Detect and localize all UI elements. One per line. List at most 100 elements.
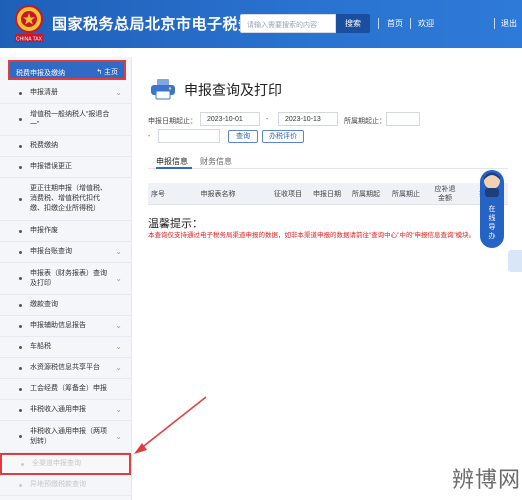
sidebar-item-ledger-query[interactable]: 申报台账查询 ⌄ <box>0 242 131 263</box>
search-button[interactable]: 搜索 <box>336 14 370 33</box>
sidebar: 税费申报及缴纳 ↰ 主页 申报清册 ⌄ 增值税一般纳税人“报退合一” 税费缴纳 申… <box>0 57 132 500</box>
sidebar-home-label: 主页 <box>104 69 118 76</box>
sidebar-item-label: 异地预缴税款查询 <box>30 481 86 488</box>
date-range-label: 申报日期起止： <box>148 118 197 125</box>
bullet-icon <box>19 435 22 438</box>
bullet-icon <box>19 366 22 370</box>
tip-title: 温馨提示： <box>148 218 203 230</box>
date-end-field[interactable]: 2023-10-13 <box>278 112 338 126</box>
sidebar-item-error-correction[interactable]: 申报错误更正 <box>0 157 131 178</box>
sidebar-item-filing-void[interactable]: 申报作废 <box>0 221 131 242</box>
sidebar-item-vehicle-tax[interactable]: 车船税 ⌄ <box>0 337 131 358</box>
results-table-header: 序号 申报表名称 征收项目 申报日期 所属期起 所属期止 应补退金额 操作 <box>148 183 508 205</box>
page-title: 申报查询及打印 <box>184 82 282 98</box>
sidebar-item-label: 全渠道申报查询 <box>32 460 81 467</box>
sidebar-item-tax-payment[interactable]: 税费缴纳 <box>0 136 131 157</box>
column-header: 征收项目 <box>274 190 302 198</box>
site-title: 国家税务总局北京市电子税务局 <box>52 16 242 33</box>
logout-link[interactable]: 退出 <box>501 18 517 29</box>
column-header: 申报表名称 <box>200 190 236 198</box>
sidebar-home-link[interactable]: ↰ 主页 <box>96 67 118 77</box>
bullet-icon <box>19 250 22 254</box>
chevron-down-icon: ⌄ <box>115 88 122 97</box>
period-start-field[interactable] <box>386 112 420 126</box>
chevron-down-icon: ⌄ <box>115 342 122 351</box>
sidebar-item-nontax-filing[interactable]: 非税收入通用申报 ⌄ <box>0 400 131 421</box>
bullet-icon <box>19 144 22 148</box>
sidebar-item-label: 非税收入通用申报（两项划转） <box>30 427 107 445</box>
search-input[interactable]: 请输入需要搜索的内容 <box>240 14 336 33</box>
date-separator: - <box>266 116 269 123</box>
active-tab-indicator <box>156 167 192 169</box>
sidebar-item-label: 车船税 <box>30 343 51 350</box>
column-header: 所属期止 <box>392 190 420 198</box>
bullet-icon <box>19 387 22 391</box>
header-divider <box>494 18 495 29</box>
sidebar-header[interactable]: 税费申报及缴纳 ↰ 主页 <box>8 60 126 80</box>
sidebar-item-past-correction[interactable]: 更正往期申报（增值税、消费税、增值税代扣代缴、扣缴企业所得税） <box>0 178 131 221</box>
sidebar-item-water-tax[interactable]: 水资源税信息共享平台 ⌄ <box>0 358 131 379</box>
chevron-down-icon: ⌄ <box>115 431 122 441</box>
tab-bar: 申报信息 财务信息 <box>148 153 508 169</box>
sidebar-item-label: 缴款查询 <box>30 301 58 308</box>
period-end-field[interactable] <box>158 129 220 143</box>
main-content: 申报查询及打印 申报日期起止： 2023-10-01 - 2023-10-13 … <box>132 57 522 500</box>
date-start-field[interactable]: 2023-10-01 <box>200 112 260 126</box>
sidebar-item-label: 增值税一般纳税人“报退合一” <box>30 110 110 128</box>
sidebar-item-label: 申报辅助信息报告 <box>30 322 86 329</box>
bullet-icon <box>19 324 22 328</box>
sidebar-item-label: 非税收入通用申报 <box>30 406 86 413</box>
sidebar-item-label: 更正往期申报（增值税、消费税、增值税代扣代缴、扣缴企业所得税） <box>30 185 107 212</box>
sidebar-item-remote-prepay-query[interactable]: 异地预缴税款查询 <box>0 475 131 496</box>
column-header: 所属期起 <box>352 190 380 198</box>
bullet-icon <box>19 345 22 349</box>
sidebar-item-filing-list[interactable]: 申报清册 ⌄ <box>0 83 131 104</box>
bullet-icon <box>21 462 24 466</box>
sidebar-item-report-query[interactable]: 申报表（财务报表）查询及打印 ⌄ <box>0 263 131 295</box>
customer-service-icon <box>484 172 500 197</box>
tab-filing-info[interactable]: 申报信息 <box>156 156 188 167</box>
printer-icon <box>151 79 175 100</box>
sidebar-item-aux-info[interactable]: 申报辅助信息报告 ⌄ <box>0 316 131 337</box>
header-divider <box>378 18 379 29</box>
back-arrow-icon: ↰ <box>96 69 104 76</box>
bullet-icon <box>19 91 22 95</box>
bullet-icon <box>19 408 22 412</box>
home-link[interactable]: 首页 <box>387 18 403 29</box>
period-range-label: 所属期起止： <box>344 118 386 125</box>
query-button[interactable]: 查询 <box>228 130 258 143</box>
sidebar-item-union-fee[interactable]: 工会经费（筹备金）申报 <box>0 379 131 400</box>
bullet-icon <box>19 303 22 307</box>
column-header: 应补退金额 <box>434 186 456 202</box>
bullet-icon <box>19 277 22 280</box>
sidebar-item-payment-query[interactable]: 缴款查询 <box>0 295 131 316</box>
bullet-icon <box>19 483 22 487</box>
sidebar-header-label: 税费申报及缴纳 <box>16 70 65 77</box>
sidebar-item-label: 申报作废 <box>30 227 58 234</box>
welcome-text: 欢迎 <box>418 19 434 28</box>
tab-financial-info[interactable]: 财务信息 <box>200 156 232 167</box>
bullet-icon <box>19 118 22 121</box>
chevron-down-icon: ⌄ <box>115 405 122 414</box>
logo-text: CHINA TAX <box>16 37 43 43</box>
sidebar-item-label: 申报错误更正 <box>30 163 72 170</box>
period-separator: - <box>148 133 151 140</box>
sidebar-menu: 申报清册 ⌄ 增值税一般纳税人“报退合一” 税费缴纳 申报错误更正 更正往期申报（… <box>0 83 131 496</box>
tip-text: 本查询仅支持通过电子税务局渠道申报的数据，如非本渠道申报的数据请前往“查询中心”… <box>148 232 476 239</box>
watermark-text: 辨博网 <box>452 468 522 493</box>
bullet-icon <box>19 165 22 169</box>
side-collapse-tab[interactable] <box>508 250 522 272</box>
sidebar-item-vat-combined[interactable]: 增值税一般纳税人“报退合一” <box>0 104 131 136</box>
sidebar-item-all-channel-query[interactable]: 全渠道申报查询 <box>0 453 131 475</box>
chevron-down-icon: ⌄ <box>115 321 122 330</box>
sidebar-item-label: 工会经费（筹备金）申报 <box>30 385 107 392</box>
sidebar-item-nontax-transfer[interactable]: 非税收入通用申报（两项划转） ⌄ <box>0 421 131 453</box>
column-header: 申报日期 <box>313 190 341 198</box>
sidebar-item-label: 税费缴纳 <box>30 142 58 149</box>
evaluate-button[interactable]: 办税评价 <box>262 130 304 143</box>
sidebar-item-label: 水资源税信息共享平台 <box>30 364 100 371</box>
column-header: 序号 <box>151 190 165 198</box>
header-divider <box>410 18 411 29</box>
sidebar-item-label: 申报清册 <box>30 89 58 96</box>
tax-emblem-logo[interactable]: CHINA TAX <box>12 4 46 44</box>
